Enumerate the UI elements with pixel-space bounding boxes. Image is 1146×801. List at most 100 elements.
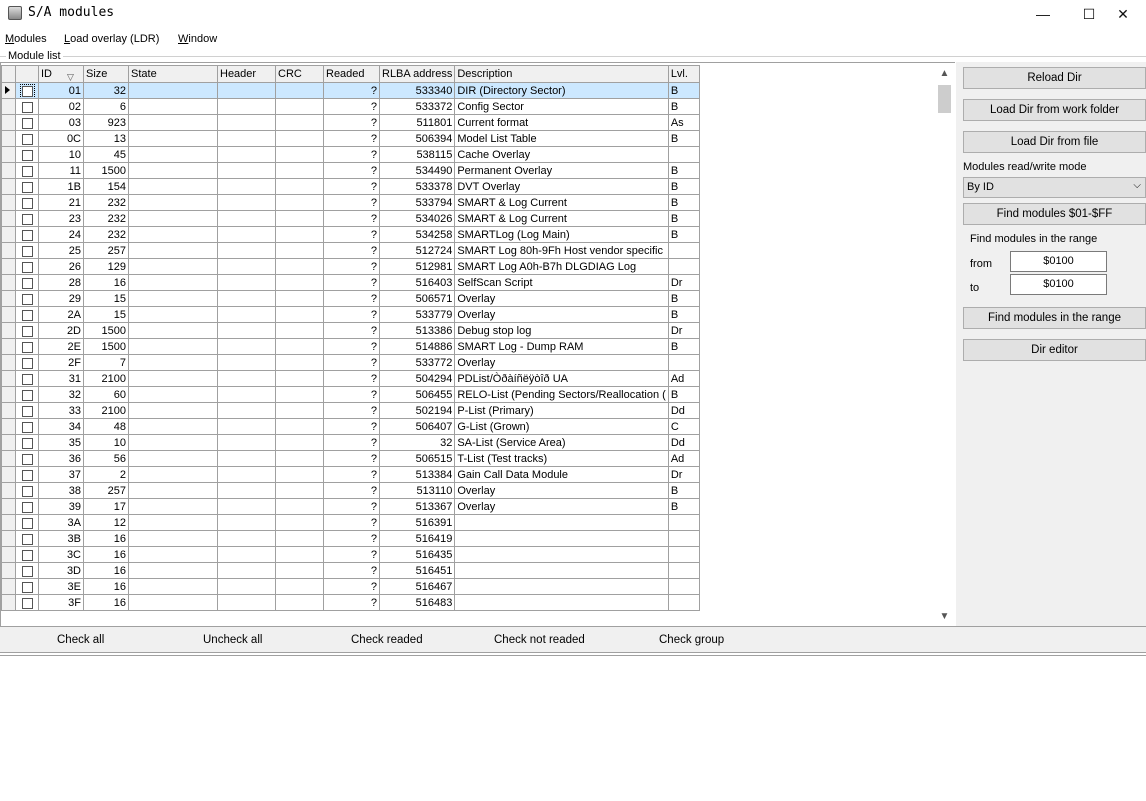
row-checkbox[interactable] <box>21 117 33 129</box>
row-checkbox[interactable] <box>21 357 33 369</box>
row-checkbox-cell[interactable] <box>15 354 39 371</box>
column-header-description[interactable]: Description <box>454 65 669 83</box>
menu-modules[interactable]: Modules <box>5 33 47 45</box>
row-checkbox-cell[interactable] <box>15 514 39 531</box>
row-checkbox-cell[interactable] <box>15 322 39 339</box>
column-header-state[interactable]: State <box>128 65 218 83</box>
column-header-readed[interactable]: Readed <box>323 65 380 83</box>
row-checkbox[interactable] <box>21 165 33 177</box>
table-row[interactable]: 2D 1500? 513386 Debug stop log Dr <box>1 322 700 339</box>
table-row[interactable]: 35 10? 32 SA-List (Service Area) Dd <box>1 434 700 451</box>
row-checkbox[interactable] <box>21 373 33 385</box>
mode-select[interactable]: By ID ⌵ <box>963 177 1146 198</box>
check-readed-button[interactable]: Check readed <box>351 634 423 646</box>
table-row[interactable]: 3D 16? 516451 <box>1 562 700 579</box>
table-row[interactable]: 2E 1500? 514886 SMART Log - Dump RAM B <box>1 338 700 355</box>
table-row[interactable]: 38 257? 513110 Overlay B <box>1 482 700 499</box>
minimize-button[interactable]: — <box>1020 0 1066 28</box>
vertical-scrollbar[interactable]: ▲ ▼ <box>936 65 953 625</box>
row-checkbox[interactable] <box>21 485 33 497</box>
row-checkbox[interactable] <box>21 389 33 401</box>
row-checkbox[interactable] <box>21 405 33 417</box>
find-modules-01-ff-button[interactable]: Find modules $01-$FF <box>963 203 1146 225</box>
row-checkbox[interactable] <box>21 245 33 257</box>
table-row[interactable]: 01 32? 533340 DIR (Directory Sector) B <box>1 82 700 99</box>
table-row[interactable]: 3B 16? 516419 <box>1 530 700 547</box>
table-row[interactable]: 32 60? 506455 RELO-List (Pending Sectors/Re… <box>1 386 700 403</box>
row-checkbox-cell[interactable] <box>15 98 39 115</box>
row-checkbox-cell[interactable] <box>15 498 39 515</box>
check-all-button[interactable]: Check all <box>57 634 104 646</box>
row-checkbox[interactable] <box>21 533 33 545</box>
row-checkbox[interactable] <box>21 261 33 273</box>
row-checkbox-cell[interactable] <box>15 482 39 499</box>
dir-editor-button[interactable]: Dir editor <box>963 339 1146 361</box>
table-row[interactable]: 36 56? 506515 T-List (Test tracks) Ad <box>1 450 700 467</box>
table-row[interactable]: 0C 13? 506394 Model List Table B <box>1 130 700 147</box>
column-header-lvl[interactable]: Lvl. <box>667 65 700 83</box>
table-row[interactable]: 34 48? 506407 G-List (Grown) C <box>1 418 700 435</box>
table-row[interactable]: 3A 12? 516391 <box>1 514 700 531</box>
row-checkbox-cell[interactable] <box>15 242 39 259</box>
row-checkbox[interactable] <box>21 181 33 193</box>
row-checkbox[interactable] <box>21 101 33 113</box>
row-checkbox-cell[interactable] <box>15 370 39 387</box>
column-header-crc[interactable]: CRC <box>275 65 324 83</box>
row-checkbox[interactable] <box>21 501 33 513</box>
scroll-up-icon[interactable]: ▲ <box>936 65 953 82</box>
row-checkbox[interactable] <box>21 549 33 561</box>
scroll-thumb[interactable] <box>938 85 951 113</box>
row-checkbox-cell[interactable] <box>15 162 39 179</box>
table-row[interactable]: 11 1500? 534490 Permanent Overlay B <box>1 162 700 179</box>
row-checkbox[interactable] <box>21 469 33 481</box>
column-header-size[interactable]: Size <box>83 65 129 83</box>
row-checkbox-cell[interactable] <box>15 226 39 243</box>
check-not-readed-button[interactable]: Check not readed <box>494 634 585 646</box>
row-checkbox-cell[interactable] <box>15 178 39 195</box>
row-checkbox-cell[interactable] <box>15 578 39 595</box>
row-checkbox-cell[interactable] <box>15 546 39 563</box>
row-checkbox-cell[interactable] <box>15 594 39 611</box>
load-dir-work-folder-button[interactable]: Load Dir from work folder <box>963 99 1146 121</box>
table-row[interactable]: 39 17? 513367 Overlay B <box>1 498 700 515</box>
row-checkbox[interactable] <box>19 83 35 98</box>
row-checkbox[interactable] <box>21 309 33 321</box>
close-button[interactable]: ✕ <box>1100 0 1146 28</box>
row-checkbox-cell[interactable] <box>15 402 39 419</box>
table-row[interactable]: 33 2100? 502194 P-List (Primary) Dd <box>1 402 700 419</box>
row-checkbox-cell[interactable] <box>15 194 39 211</box>
row-checkbox-cell[interactable] <box>15 114 39 131</box>
to-field[interactable]: $0100 <box>1010 274 1107 295</box>
table-row[interactable]: 21 232? 533794 SMART & Log Current B <box>1 194 700 211</box>
table-row[interactable]: 1B 154? 533378 DVT Overlay B <box>1 178 700 195</box>
table-row[interactable]: 37 2? 513384 Gain Call Data Module Dr <box>1 466 700 483</box>
row-checkbox-cell[interactable] <box>15 146 39 163</box>
row-checkbox-cell[interactable] <box>15 210 39 227</box>
table-row[interactable]: 26 129? 512981 SMART Log A0h-B7h DLGDIAG Lo… <box>1 258 700 275</box>
row-checkbox-cell[interactable] <box>15 386 39 403</box>
scroll-down-icon[interactable]: ▼ <box>936 608 953 625</box>
find-range-button[interactable]: Find modules in the range <box>963 307 1146 329</box>
row-checkbox[interactable] <box>21 133 33 145</box>
table-row[interactable]: 03 923? 511801 Current format As <box>1 114 700 131</box>
table-row[interactable]: 25 257? 512724 SMART Log 80h-9Fh Host vendo… <box>1 242 700 259</box>
row-checkbox[interactable] <box>21 149 33 161</box>
row-checkbox[interactable] <box>21 213 33 225</box>
row-checkbox-cell[interactable] <box>15 466 39 483</box>
row-checkbox[interactable] <box>21 325 33 337</box>
column-header-rlba[interactable]: RLBA address <box>378 65 456 83</box>
load-dir-file-button[interactable]: Load Dir from file <box>963 131 1146 153</box>
row-checkbox[interactable] <box>21 421 33 433</box>
table-row[interactable]: 31 2100? 504294 PDList/Òðàíñëÿòîð UA Ad <box>1 370 700 387</box>
row-checkbox-cell[interactable] <box>15 418 39 435</box>
row-checkbox-cell[interactable] <box>15 450 39 467</box>
table-row[interactable]: 24 232? 534258 SMARTLog (Log Main) B <box>1 226 700 243</box>
row-checkbox[interactable] <box>21 197 33 209</box>
row-checkbox[interactable] <box>21 229 33 241</box>
row-checkbox[interactable] <box>21 565 33 577</box>
table-row[interactable]: 3E 16? 516467 <box>1 578 700 595</box>
row-checkbox[interactable] <box>21 517 33 529</box>
row-checkbox-cell[interactable] <box>15 82 39 99</box>
row-checkbox[interactable] <box>21 581 33 593</box>
row-checkbox-cell[interactable] <box>15 274 39 291</box>
